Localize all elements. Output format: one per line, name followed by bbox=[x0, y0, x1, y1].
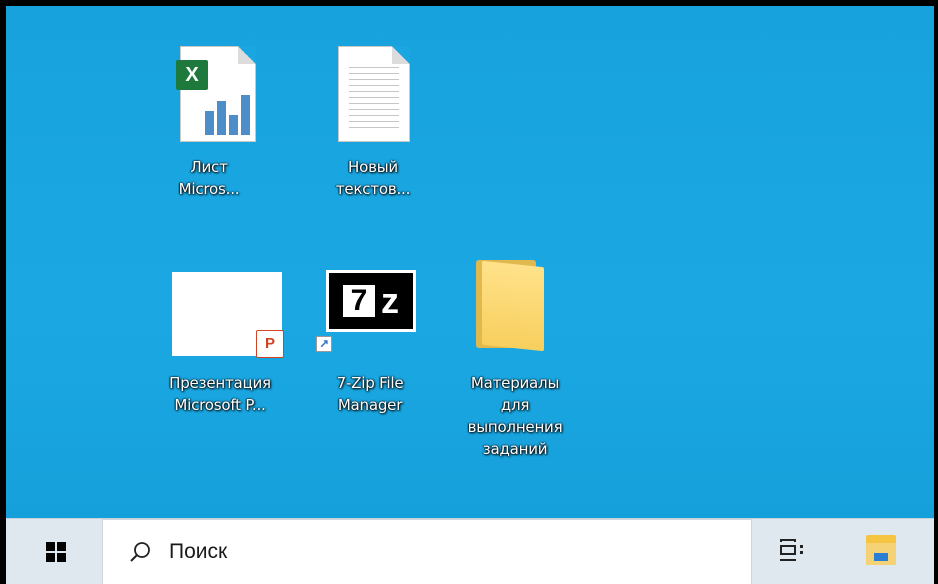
presentation-thumbnail: P bbox=[172, 272, 284, 358]
screen: X Лист Micros... Новый текстов... P През… bbox=[0, 0, 938, 584]
icon-label: Материалы для выполнения заданий bbox=[467, 374, 563, 458]
desktop-icon-7zip-file-manager[interactable]: 7 z ↗ 7-Zip File Manager bbox=[314, 254, 426, 424]
shortcut-arrow-icon: ↗ bbox=[316, 336, 332, 352]
file-explorer-icon[interactable] bbox=[866, 535, 896, 565]
folder-icon bbox=[476, 260, 546, 352]
search-box[interactable]: Поиск bbox=[102, 519, 752, 584]
windows-logo-icon bbox=[46, 542, 66, 562]
desktop-icon-excel-sheet[interactable]: X Лист Micros... bbox=[154, 42, 264, 212]
task-view-icon[interactable] bbox=[780, 539, 804, 563]
desktop-icon-text-document[interactable]: Новый текстов... bbox=[318, 42, 428, 212]
powerpoint-badge-icon: P bbox=[256, 330, 284, 358]
icon-label: Лист Micros... bbox=[178, 158, 240, 198]
excel-badge: X bbox=[176, 60, 208, 90]
icon-label: Презентация Microsoft P... bbox=[169, 374, 271, 414]
desktop: X Лист Micros... Новый текстов... P През… bbox=[6, 6, 934, 518]
desktop-icon-materials-folder[interactable]: Материалы для выполнения заданий bbox=[446, 256, 584, 486]
icon-label: 7-Zip File Manager bbox=[336, 374, 404, 414]
taskbar: Поиск bbox=[6, 518, 934, 584]
7zip-icon: 7 z bbox=[326, 270, 416, 332]
text-file-icon bbox=[338, 46, 410, 142]
search-placeholder: Поиск bbox=[169, 540, 228, 563]
search-icon bbox=[130, 542, 150, 562]
desktop-icon-powerpoint-presentation[interactable]: P Презентация Microsoft P... bbox=[154, 268, 286, 438]
start-button[interactable] bbox=[28, 529, 84, 575]
icon-label: Новый текстов... bbox=[335, 158, 411, 198]
